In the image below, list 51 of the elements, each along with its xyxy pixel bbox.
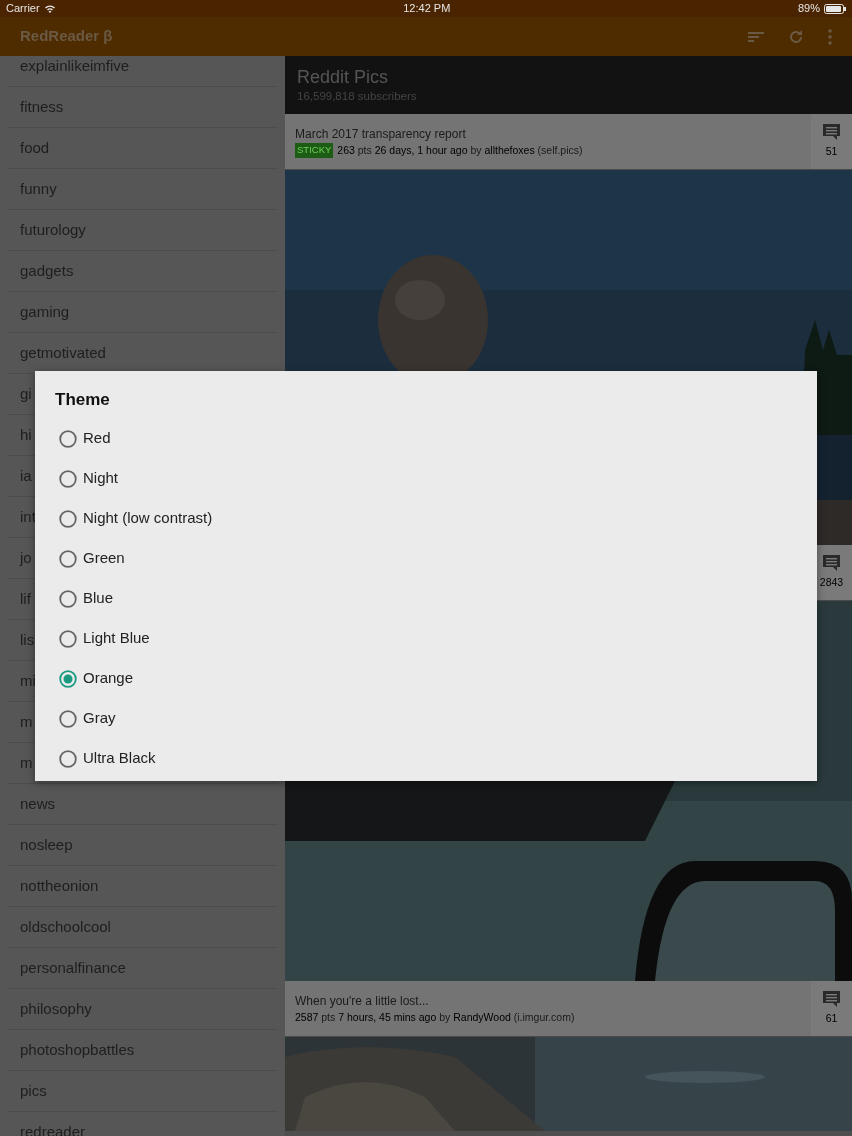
radio-button[interactable] xyxy=(59,469,77,488)
sidebar-item[interactable]: funny xyxy=(8,169,278,210)
theme-option[interactable]: Light Blue xyxy=(55,618,797,659)
clock: 12:42 PM xyxy=(403,1,451,17)
sidebar-item[interactable]: news xyxy=(8,784,278,825)
radio-button[interactable] xyxy=(59,549,77,568)
comments-button[interactable]: 51 xyxy=(811,114,852,169)
sidebar-item[interactable]: gaming xyxy=(8,292,278,333)
theme-option[interactable]: Blue xyxy=(55,578,797,619)
comments-button[interactable]: 61 xyxy=(811,981,852,1036)
sidebar-item[interactable]: oldschoolcool xyxy=(8,907,278,948)
theme-option[interactable]: Red xyxy=(55,418,797,459)
post-meta: 2587 pts 7 hours, 45 mins ago by RandyWood (i.imgur.com) xyxy=(295,1009,575,1025)
radio-button[interactable] xyxy=(59,589,77,608)
sidebar-item[interactable]: pics xyxy=(8,1071,278,1112)
theme-option[interactable]: Night xyxy=(55,458,797,499)
sidebar-item[interactable]: photoshopbattles xyxy=(8,1030,278,1071)
sidebar-item[interactable]: futurology xyxy=(8,210,278,251)
battery-icon xyxy=(824,3,846,14)
theme-option[interactable]: Night (low contrast) xyxy=(55,498,797,539)
app-title: RedReader β xyxy=(20,26,114,47)
radio-button[interactable] xyxy=(59,709,77,728)
sidebar-item[interactable]: philosophy xyxy=(8,989,278,1030)
subreddit-title: Reddit Pics xyxy=(297,66,390,88)
sidebar-item[interactable]: explainlikeimfive xyxy=(8,56,278,87)
battery-percent: 89% xyxy=(797,1,820,17)
radio-button[interactable] xyxy=(59,749,77,768)
comment-icon xyxy=(823,991,840,1007)
theme-option[interactable]: Ultra Black xyxy=(55,738,797,779)
post-title[interactable]: When you're a little lost... xyxy=(295,991,801,1010)
comment-icon xyxy=(823,555,840,571)
sidebar-item[interactable]: gadgets xyxy=(8,251,278,292)
sidebar-item[interactable]: personalfinance xyxy=(8,948,278,989)
sidebar-item[interactable]: fitness xyxy=(8,87,278,128)
theme-option[interactable]: Orange xyxy=(55,658,797,699)
post-title[interactable]: March 2017 transparency report xyxy=(295,124,801,143)
post-meta: 263 pts 26 days, 1 hour ago by allthefoxes (self.pics) xyxy=(337,142,583,158)
sidebar-item[interactable]: nosleep xyxy=(8,825,278,866)
theme-option[interactable]: Gray xyxy=(55,698,797,739)
dialog-title: Theme xyxy=(55,389,111,411)
sidebar-item[interactable]: food xyxy=(8,128,278,169)
sidebar-item[interactable]: nottheonion xyxy=(8,866,278,907)
wifi-icon xyxy=(43,4,56,13)
sticky-tag: STICKY xyxy=(295,143,334,158)
carrier-name: Carrier xyxy=(6,1,40,17)
radio-button[interactable] xyxy=(59,429,77,448)
comment-icon xyxy=(823,124,840,140)
radio-button[interactable] xyxy=(59,509,77,528)
radio-button[interactable] xyxy=(59,629,77,648)
radio-button[interactable] xyxy=(59,669,77,688)
theme-option[interactable]: Green xyxy=(55,538,797,579)
